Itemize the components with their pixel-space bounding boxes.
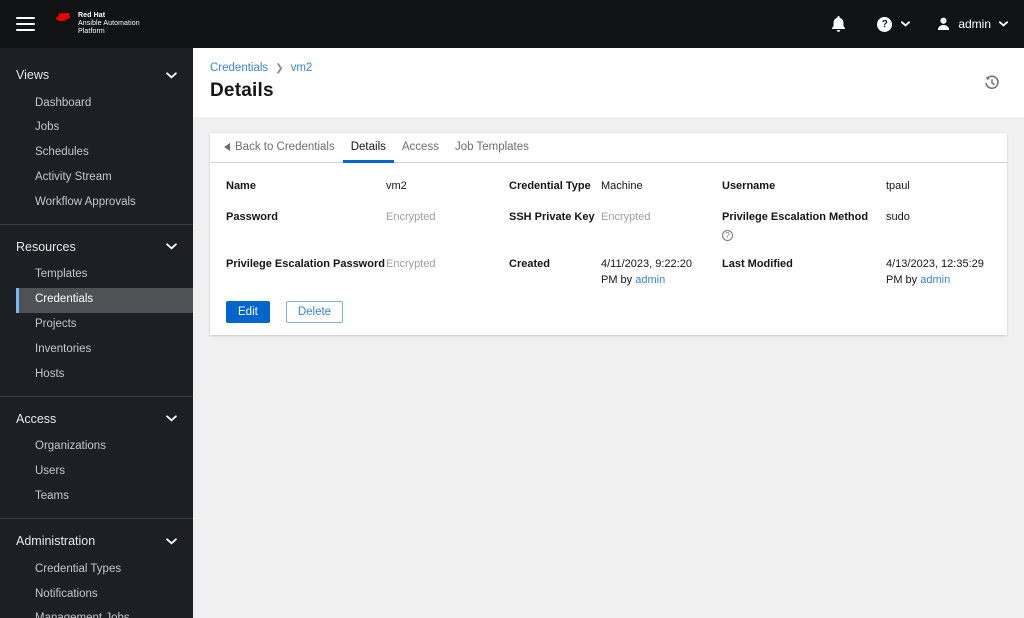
sidebar-item-projects[interactable]: Projects [16, 313, 193, 338]
nav-section-resources: Resources Templates Credentials Projects Inv… [0, 223, 193, 396]
nav-group-label: Access [16, 411, 57, 426]
brand-logo: Red Hat Ansible Automation Platform [56, 12, 140, 37]
page-header: Credentials ❯ vm2 Details [193, 48, 1024, 117]
field-value-privilege-escalation-password: Encrypted [386, 257, 436, 270]
chevron-down-icon [166, 71, 177, 78]
chevron-down-icon [166, 415, 177, 422]
nav-group-label: Resources [16, 239, 76, 254]
brand-line-1: Red Hat [78, 11, 106, 19]
sidebar-item-organizations[interactable]: Organizations [16, 435, 193, 460]
brand-line-3: Platform [78, 28, 105, 36]
chevron-down-icon [166, 538, 177, 545]
nav-group-toggle-views[interactable]: Views [0, 59, 193, 91]
action-buttons: Edit Delete [210, 299, 1007, 335]
nav-section-access: Access Organizations Users Teams [0, 395, 193, 518]
field-label-username: Username [722, 180, 776, 192]
delete-button[interactable]: Delete [285, 300, 344, 323]
activity-history-button[interactable] [984, 75, 1000, 94]
masthead: Red Hat Ansible Automation Platform ? ad… [0, 0, 1024, 48]
details-card: Back to Credentials Details Access Job Tem… [210, 133, 1007, 335]
nav-group-toggle-resources[interactable]: Resources [0, 231, 193, 263]
chevron-right-icon: ❯ [275, 62, 284, 74]
edit-button[interactable]: Edit [226, 300, 270, 323]
caret-left-icon [224, 143, 230, 151]
tab-bar: Back to Credentials Details Access Job Tem… [210, 133, 1007, 163]
breadcrumb-vm2-link[interactable]: vm2 [291, 62, 313, 74]
field-label-password: Password [226, 210, 278, 223]
field-label-last-modified: Last Modified [722, 257, 793, 270]
sidebar-item-workflow-approvals[interactable]: Workflow Approvals [16, 190, 193, 215]
history-clock-icon [985, 75, 999, 89]
chevron-down-icon [999, 21, 1008, 27]
tab-back-to-credentials[interactable]: Back to Credentials [216, 133, 343, 162]
sidebar-item-schedules[interactable]: Schedules [16, 141, 193, 166]
sidebar-item-credentials[interactable]: Credentials [16, 287, 193, 313]
username-label: admin [958, 17, 991, 31]
sidebar-item-activity-stream[interactable]: Activity Stream [16, 165, 193, 190]
nav-group-label: Views [16, 68, 50, 82]
field-value-username: tpaul [886, 180, 910, 192]
bell-icon [832, 16, 846, 32]
user-link-admin[interactable]: admin [635, 274, 665, 286]
sidebar-item-users[interactable]: Users [16, 460, 193, 485]
user-icon [938, 17, 950, 31]
tab-job-templates[interactable]: Job Templates [447, 133, 537, 162]
field-value-ssh-private-key: Encrypted [601, 210, 651, 223]
field-label-credential-type: Credential Type [509, 180, 591, 192]
content-area: Back to Credentials Details Access Job Tem… [193, 117, 1024, 618]
breadcrumb: Credentials ❯ vm2 [210, 62, 1007, 74]
field-value-credential-type: Machine [601, 180, 643, 192]
page-title: Details [210, 80, 274, 101]
sidebar-item-notifications[interactable]: Notifications [16, 582, 193, 607]
chevron-down-icon [166, 243, 177, 250]
field-label-privilege-escalation-password: Privilege Escalation Password [226, 257, 385, 270]
field-value-last-modified: 4/13/2023, 12:35:29 PM by admin [886, 257, 984, 286]
sidebar-item-management-jobs[interactable]: Management Jobs [16, 607, 193, 618]
nav-section-views: Views Dashboard Jobs Schedules Activity Stre… [0, 53, 193, 224]
field-label-created: Created [509, 257, 550, 270]
sidebar-item-templates[interactable]: Templates [16, 263, 193, 288]
tab-details[interactable]: Details [342, 133, 395, 163]
user-link-admin[interactable]: admin [920, 274, 950, 286]
field-value-name: vm2 [386, 180, 407, 192]
field-label-name: Name [226, 180, 256, 192]
field-value-password: Encrypted [386, 210, 436, 223]
tab-access[interactable]: Access [394, 133, 447, 162]
main-content: Credentials ❯ vm2 Details Back to Creden… [193, 48, 1024, 618]
field-value-privilege-escalation-method: sudo [886, 210, 910, 223]
redhat-fedora-icon [56, 12, 70, 21]
breadcrumb-credentials-link[interactable]: Credentials [210, 62, 268, 74]
sidebar-item-hosts[interactable]: Hosts [16, 362, 193, 387]
chevron-down-icon [901, 21, 911, 27]
nav-group-label: Administration [16, 534, 96, 549]
field-label-privilege-escalation-method: Privilege Escalation Method? [722, 210, 869, 242]
notifications-bell-button[interactable] [831, 16, 846, 32]
sidebar-item-teams[interactable]: Teams [16, 485, 193, 510]
brand-line-2: Ansible Automation [78, 19, 140, 27]
field-value-created: 4/11/2023, 9:22:20 PM by admin [601, 257, 692, 286]
nav-group-toggle-administration[interactable]: Administration [0, 525, 193, 557]
sidebar: Views Dashboard Jobs Schedules Activity Stre… [0, 48, 193, 618]
sidebar-item-credential-types[interactable]: Credential Types [16, 557, 193, 582]
field-label-ssh-private-key: SSH Private Key [509, 210, 595, 223]
nav-toggle-button[interactable] [16, 16, 35, 32]
user-menu[interactable]: admin [937, 17, 1008, 31]
help-question-icon[interactable]: ? [722, 230, 733, 242]
credential-details-list: Name vm2 Credential Type Machine Username tpa… [210, 163, 1007, 299]
sidebar-item-jobs[interactable]: Jobs [16, 116, 193, 141]
help-question-icon: ? [877, 16, 893, 32]
help-menu[interactable]: ? [877, 16, 911, 32]
sidebar-item-inventories[interactable]: Inventories [16, 337, 193, 362]
nav-group-toggle-access[interactable]: Access [0, 403, 193, 435]
sidebar-item-dashboard[interactable]: Dashboard [16, 91, 193, 116]
nav-section-administration: Administration Credential Types Notificati… [0, 518, 193, 618]
